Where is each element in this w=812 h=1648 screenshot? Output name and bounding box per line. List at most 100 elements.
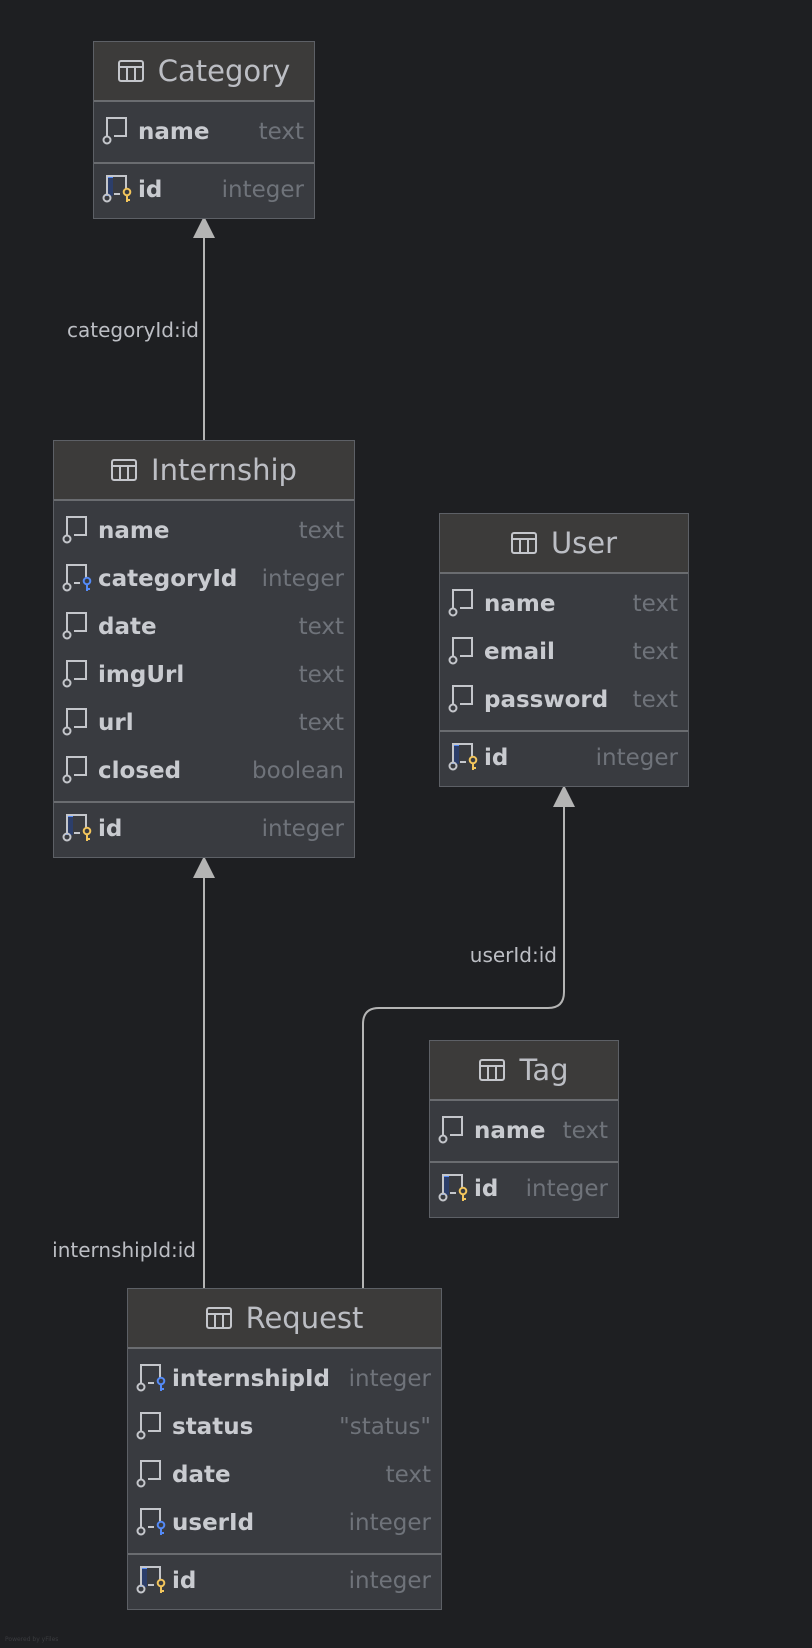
table-header[interactable]: Tag [430,1041,618,1101]
column-type: integer [348,1568,431,1594]
table-category[interactable]: Category name text id integer [93,41,315,219]
column-type: integer [221,177,304,203]
column-name: id [138,177,163,203]
column-row[interactable]: internshipId integer [128,1355,441,1403]
column-row[interactable]: name text [94,108,314,156]
table-header[interactable]: Category [94,42,314,102]
column-type: text [385,1462,431,1488]
column-row[interactable]: password text [440,676,688,724]
column-name: categoryId [98,566,238,592]
column-row[interactable]: url text [54,699,354,747]
primary-key-row[interactable]: id integer [128,1557,441,1605]
column-name: name [484,591,556,617]
column-icon [448,683,484,717]
column-name: id [484,745,509,771]
table-header[interactable]: Internship [54,441,354,501]
table-title: User [550,526,618,560]
column-name: date [98,614,157,640]
foreign-key-column-icon [136,1506,172,1540]
column-type: text [298,662,344,688]
arrowhead-icon [193,856,215,878]
primary-key-icon [136,1564,172,1598]
relation-label: internshipId:id [52,1238,196,1262]
table-title: Internship [151,453,297,487]
column-row[interactable]: status "status" [128,1403,441,1451]
foreign-key-column-icon [62,562,98,596]
column-name: date [172,1462,231,1488]
relation-label: userId:id [469,943,557,967]
table-icon [117,60,144,82]
column-row[interactable]: email text [440,628,688,676]
column-type: text [258,119,304,145]
column-name: internshipId [172,1366,331,1392]
column-type: text [632,639,678,665]
table-title: Request [245,1301,364,1335]
table-icon [479,1059,506,1081]
relation-label: categoryId:id [67,318,199,342]
column-row[interactable]: closed boolean [54,747,354,795]
table-user[interactable]: User name text email text password text id integ… [439,513,689,787]
column-icon [448,635,484,669]
table-icon [510,532,537,554]
column-row[interactable]: name text [54,507,354,555]
column-row[interactable]: userId integer [128,1499,441,1547]
column-row[interactable]: imgUrl text [54,651,354,699]
arrowhead-icon [553,785,575,807]
primary-key-icon [62,812,98,846]
column-type: integer [348,1366,431,1392]
column-row[interactable]: name text [430,1107,618,1155]
column-icon [62,658,98,692]
column-type: text [298,518,344,544]
column-icon [62,610,98,644]
column-row[interactable]: date text [54,603,354,651]
foreign-key-column-icon [136,1362,172,1396]
column-icon [62,754,98,788]
column-icon [62,514,98,548]
column-type: "status" [339,1414,431,1440]
primary-key-icon [102,173,138,207]
column-name: imgUrl [98,662,185,688]
column-name: userId [172,1510,255,1536]
column-type: text [632,687,678,713]
column-type: integer [348,1510,431,1536]
column-type: text [632,591,678,617]
column-type: text [298,710,344,736]
column-icon [136,1410,172,1444]
column-name: password [484,687,609,713]
column-type: text [298,614,344,640]
column-type: text [562,1118,608,1144]
column-icon [62,706,98,740]
primary-key-row[interactable]: id integer [54,805,354,853]
table-request[interactable]: Request internshipId integer status "status"… [127,1288,442,1610]
column-name: status [172,1414,254,1440]
primary-key-row[interactable]: id integer [430,1165,618,1213]
column-name: url [98,710,134,736]
column-name: closed [98,758,182,784]
column-type: integer [595,745,678,771]
powered-by-footer: Powered by yFiles [5,1636,59,1643]
primary-key-row[interactable]: id integer [94,166,314,214]
column-row[interactable]: date text [128,1451,441,1499]
column-type: boolean [252,758,344,784]
table-tag[interactable]: Tag name text id integer [429,1040,619,1218]
column-name: id [98,816,123,842]
table-header[interactable]: Request [128,1289,441,1349]
column-type: integer [261,816,344,842]
table-icon [205,1307,232,1329]
column-name: id [474,1176,499,1202]
column-row[interactable]: categoryId integer [54,555,354,603]
table-title: Category [157,54,291,88]
column-icon [102,115,138,149]
primary-key-row[interactable]: id integer [440,734,688,782]
primary-key-icon [448,741,484,775]
column-name: email [484,639,555,665]
table-header[interactable]: User [440,514,688,574]
column-name: id [172,1568,197,1594]
table-internship[interactable]: Internship name text categoryId integer date t… [53,440,355,858]
arrowhead-icon [193,216,215,238]
column-type: integer [525,1176,608,1202]
column-row[interactable]: name text [440,580,688,628]
column-icon [136,1458,172,1492]
column-name: name [98,518,170,544]
column-icon [448,587,484,621]
